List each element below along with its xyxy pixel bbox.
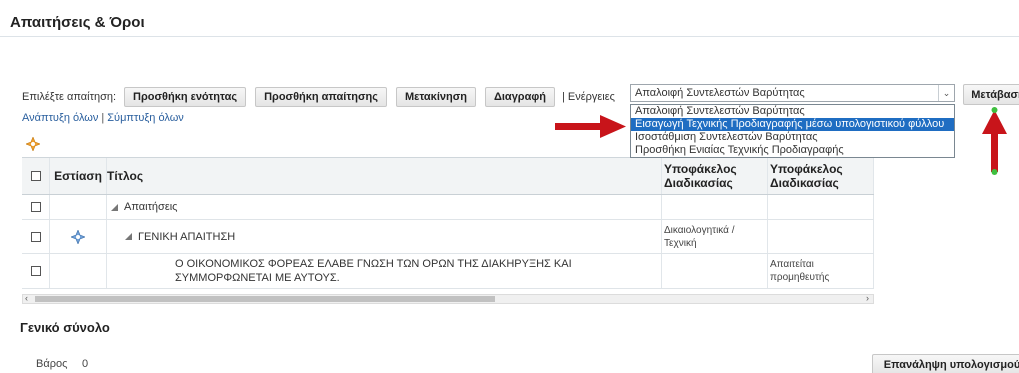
red-arrow-icon (555, 115, 626, 138)
dropdown-option[interactable]: Προσθήκη Ενιαίας Τεχνικής Προδιαγραφής (631, 144, 954, 157)
dropdown-option[interactable]: Απαλοιφή Συντελεστών Βαρύτητας (631, 105, 954, 118)
dropdown-option[interactable]: Ισοστάθμιση Συντελεστών Βαρύτητας (631, 131, 954, 144)
red-arrow-icon (982, 107, 1007, 175)
actions-dropdown-list: Απαλοιφή Συντελεστών Βαρύτητας Εισαγωγή … (630, 104, 955, 158)
dropdown-option-highlighted[interactable]: Εισαγωγή Τεχνικής Προδιαγραφής μέσω υπολ… (631, 118, 954, 131)
annotation-overlay (555, 107, 1007, 175)
